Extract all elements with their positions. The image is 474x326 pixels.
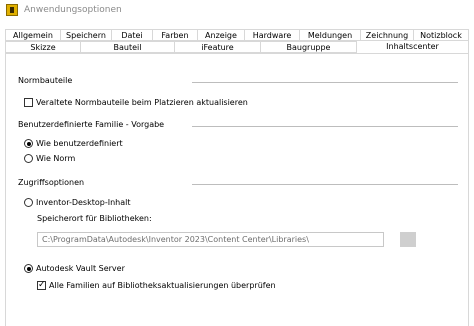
update-normparts-checkbox[interactable] [24, 98, 33, 107]
radio-wie-benutzerdefiniert[interactable] [24, 139, 33, 148]
tab-inhaltscenter[interactable]: Inhaltscenter [356, 40, 469, 54]
tab-speichern[interactable]: Speichern [60, 29, 112, 41]
radio-wie-norm[interactable] [24, 154, 33, 163]
section-divider [192, 126, 458, 127]
tab-meldungen[interactable]: Meldungen [299, 29, 361, 41]
browse-button[interactable] [400, 232, 416, 247]
tab-anzeige[interactable]: Anzeige [197, 29, 245, 41]
tab-datei[interactable]: Datei [111, 29, 153, 41]
title-bar: Anwendungsoptionen [0, 0, 474, 22]
radio-vault-server[interactable] [24, 264, 33, 273]
tab-skizze[interactable]: Skizze [5, 41, 81, 53]
app-icon [6, 4, 18, 16]
radio-inventor-desktop[interactable] [24, 198, 33, 207]
section-divider [192, 184, 458, 185]
speicherort-label: Speicherort für Bibliotheken: [37, 214, 152, 223]
radio-wie-benutzerdefiniert-label: Wie benutzerdefiniert [36, 139, 123, 148]
radio-wie-norm-label: Wie Norm [36, 154, 76, 163]
section-title-normbauteile: Normbauteile [18, 76, 73, 85]
tab-baugruppe[interactable]: Baugruppe [260, 41, 357, 53]
section-divider [192, 82, 458, 83]
check-library-updates-checkbox[interactable] [37, 279, 46, 291]
check-library-updates-label: Alle Familien auf Bibliotheksaktualisier… [49, 281, 276, 290]
radio-inventor-desktop-label: Inventor-Desktop-Inhalt [36, 198, 131, 207]
tab-bauteil[interactable]: Bauteil [80, 41, 175, 53]
section-title-familie: Benutzerdefinierte Familie - Vorgabe [18, 120, 165, 129]
tab-farben[interactable]: Farben [152, 29, 198, 41]
update-normparts-label: Veraltete Normbauteile beim Platzieren a… [36, 98, 248, 107]
tab-hardware[interactable]: Hardware [244, 29, 300, 41]
tab-allgemein[interactable]: Allgemein [5, 29, 61, 41]
radio-vault-server-label: Autodesk Vault Server [36, 264, 125, 273]
tab-ifeature[interactable]: iFeature [174, 41, 261, 53]
section-title-zugriff: Zugriffsoptionen [18, 178, 85, 187]
window-title: Anwendungsoptionen [24, 5, 122, 15]
library-path-field[interactable]: C:\ProgramData\Autodesk\Inventor 2023\Co… [37, 232, 384, 247]
